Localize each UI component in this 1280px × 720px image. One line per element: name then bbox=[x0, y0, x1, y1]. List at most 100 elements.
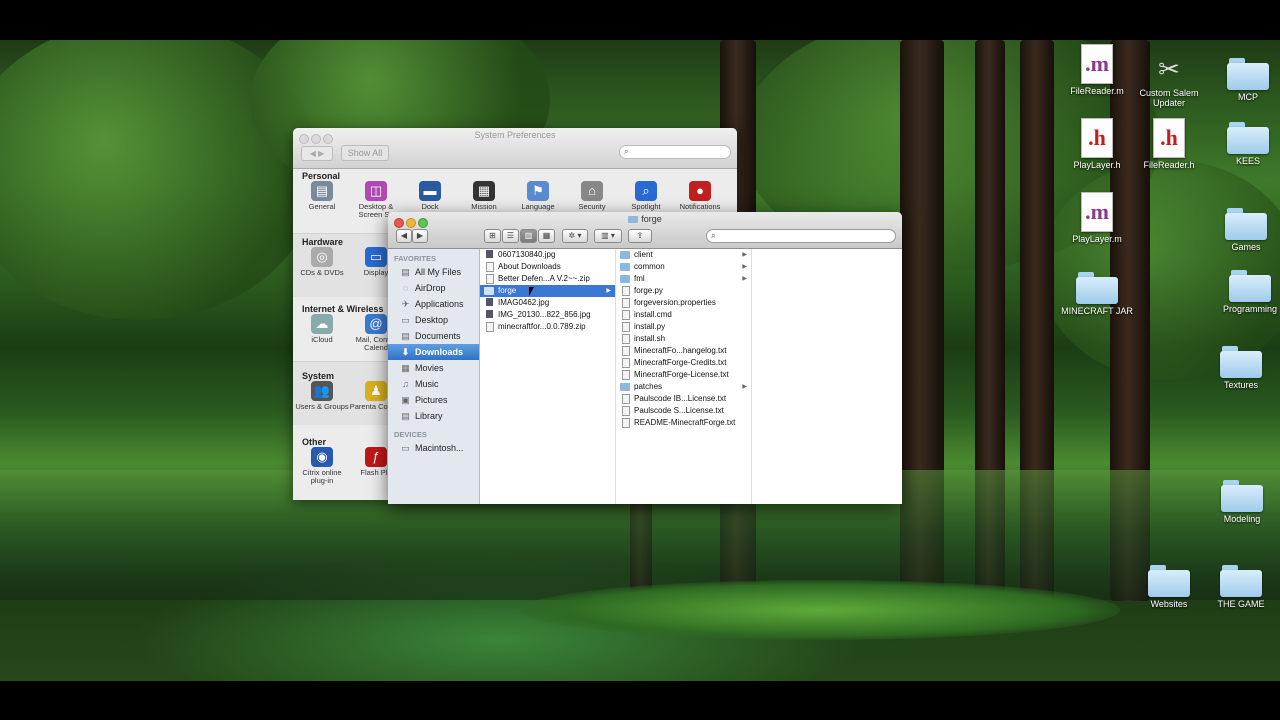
sidebar-item-library[interactable]: ▤ Library bbox=[388, 408, 479, 424]
desktop-icon-programming[interactable]: Programming bbox=[1210, 270, 1280, 314]
share-button[interactable]: ⇪ bbox=[628, 229, 652, 243]
pref-pane-personal-2[interactable]: ▬ Dock bbox=[403, 181, 457, 211]
finder-column-forge[interactable]: client ▶ common ▶ fml ▶ forge.py forgeversion.p… bbox=[616, 249, 752, 504]
sidebar-item-icon: ▦ bbox=[401, 363, 410, 373]
desktop-icon-games[interactable]: Games bbox=[1206, 208, 1280, 252]
sidebar-item-pictures[interactable]: ▣ Pictures bbox=[388, 392, 479, 408]
search-icon: ⌕ bbox=[624, 147, 629, 156]
desktop-icon-the-game[interactable]: THE GAME bbox=[1201, 565, 1280, 609]
arrange-menu-button[interactable]: ▥ ▾ bbox=[594, 229, 622, 243]
forward-button[interactable]: ▶ bbox=[412, 229, 428, 243]
view-column-button[interactable]: ▥ bbox=[520, 229, 537, 243]
sidebar-item-macintosh-[interactable]: ▭ Macintosh... bbox=[388, 440, 479, 456]
pref-pane-label: Language bbox=[521, 202, 555, 211]
folder-icon bbox=[1220, 346, 1262, 378]
section-internet-wireless: Internet & Wireless bbox=[302, 304, 384, 314]
view-icon-button[interactable]: ⊞ bbox=[484, 229, 501, 243]
pref-pane-personal-4[interactable]: ⚑ Language bbox=[511, 181, 565, 211]
pref-pane-personal-6[interactable]: ⌕ Spotlight bbox=[619, 181, 673, 211]
column-view-icon: ▥ bbox=[524, 231, 533, 240]
desktop-icon-websites[interactable]: Websites bbox=[1129, 565, 1209, 609]
desktop-icon-kees[interactable]: KEES bbox=[1208, 122, 1280, 166]
view-list-button[interactable]: ☰ bbox=[502, 229, 519, 243]
folder-icon bbox=[1225, 208, 1267, 240]
pref-pane-hardware-0[interactable]: ◎ CDs & DVDs bbox=[295, 247, 349, 277]
file-row[interactable]: install.sh bbox=[616, 333, 751, 345]
desktop-icon-textures[interactable]: Textures bbox=[1201, 346, 1280, 390]
image-file-icon bbox=[486, 298, 493, 306]
file-row[interactable]: IMAG0462.jpg bbox=[480, 297, 615, 309]
pref-pane-icon: ▬ bbox=[419, 181, 441, 201]
action-menu-button[interactable]: ✲ ▾ bbox=[562, 229, 588, 243]
file-row[interactable]: client ▶ bbox=[616, 249, 751, 261]
pref-pane-personal-3[interactable]: ▦ Mission bbox=[457, 181, 511, 211]
finder-column-empty[interactable] bbox=[752, 249, 902, 504]
show-all-button[interactable]: Show All bbox=[341, 145, 389, 161]
file-row[interactable]: README-MinecraftForge.txt bbox=[616, 417, 751, 429]
file-row[interactable]: Paulscode IB...License.txt bbox=[616, 393, 751, 405]
share-icon: ⇪ bbox=[636, 231, 644, 240]
file-row[interactable]: Better Defen...A V.2~~.zip bbox=[480, 273, 615, 285]
file-row[interactable]: MinecraftFo...hangelog.txt bbox=[616, 345, 751, 357]
view-coverflow-button[interactable]: ▦ bbox=[538, 229, 555, 243]
sidebar-item-icon: ▭ bbox=[401, 315, 410, 325]
sidebar-item-downloads[interactable]: ⬇ Downloads bbox=[388, 344, 479, 360]
arrange-icon: ▥ bbox=[601, 231, 609, 240]
desktop-icon-filereader-m[interactable]: .m FileReader.m bbox=[1057, 44, 1137, 96]
desktop-icon-filereader-h[interactable]: .h FileReader.h bbox=[1129, 118, 1209, 170]
pref-pane-icon: @ bbox=[365, 314, 387, 334]
file-row[interactable]: common ▶ bbox=[616, 261, 751, 273]
file-row[interactable]: patches ▶ bbox=[616, 381, 751, 393]
pref-pane-personal-7[interactable]: ● Notifications bbox=[673, 181, 727, 211]
file-row[interactable]: Paulscode S...License.txt bbox=[616, 405, 751, 417]
folder-icon bbox=[620, 275, 630, 283]
file-row[interactable]: IMG_20130...822_856.jpg bbox=[480, 309, 615, 321]
finder-column-downloads[interactable]: 0607130840.jpg About Downloads Better Defe… bbox=[480, 249, 616, 504]
pref-pane-other-0[interactable]: ◉ Citrix online plug-in bbox=[295, 447, 349, 485]
file-row[interactable]: install.cmd bbox=[616, 309, 751, 321]
pref-pane-system-0[interactable]: 👥 Users & Groups bbox=[295, 381, 349, 411]
file-row[interactable]: forgeversion.properties bbox=[616, 297, 751, 309]
back-button[interactable]: ◀ bbox=[396, 229, 412, 243]
file-row[interactable]: forge ▶ bbox=[480, 285, 615, 297]
sidebar-item-documents[interactable]: ▤ Documents bbox=[388, 328, 479, 344]
sidebar-item-movies[interactable]: ▦ Movies bbox=[388, 360, 479, 376]
file-row[interactable]: 0607130840.jpg bbox=[480, 249, 615, 261]
sidebar-item-all-my-files[interactable]: ▤ All My Files bbox=[388, 264, 479, 280]
file-row[interactable]: About Downloads bbox=[480, 261, 615, 273]
file-row[interactable]: MinecraftForge-License.txt bbox=[616, 369, 751, 381]
desktop-icon-minecraft-jar[interactable]: MINECRAFT JAR bbox=[1057, 272, 1137, 316]
file-row[interactable]: fml ▶ bbox=[616, 273, 751, 285]
pref-pane-internet-0[interactable]: ☁ iCloud bbox=[295, 314, 349, 344]
syspref-search-input[interactable]: ⌕ bbox=[619, 145, 731, 159]
desktop-icon-playlayer-m[interactable]: .m PlayLayer.m bbox=[1057, 192, 1137, 244]
pref-pane-personal-5[interactable]: ⌂ Security bbox=[565, 181, 619, 211]
document-icon bbox=[622, 322, 630, 332]
file-row[interactable]: install.py bbox=[616, 321, 751, 333]
image-file-icon bbox=[486, 250, 493, 258]
finder-titlebar: forge ◀ ▶ ⊞ ☰ ▥ ▦ ✲ ▾ ▥ ▾ ⇪ ⌕ bbox=[388, 212, 902, 249]
desktop-icon-custom-salem-updater[interactable]: ✂ Custom Salem Updater bbox=[1129, 52, 1209, 108]
sidebar-item-icon: ▭ bbox=[401, 443, 410, 453]
document-icon bbox=[486, 274, 494, 284]
file-name: forge bbox=[498, 286, 517, 295]
file-row[interactable]: MinecraftForge-Credits.txt bbox=[616, 357, 751, 369]
sidebar-item-icon: ▣ bbox=[401, 395, 410, 405]
sidebar-item-applications[interactable]: ✈ Applications bbox=[388, 296, 479, 312]
sidebar-item-desktop[interactable]: ▭ Desktop bbox=[388, 312, 479, 328]
sidebar-item-music[interactable]: ♫ Music bbox=[388, 376, 479, 392]
objc-source-icon: .m bbox=[1081, 192, 1113, 232]
finder-search-input[interactable]: ⌕ bbox=[706, 229, 896, 243]
file-row[interactable]: minecraftfor...0.0.789.zip bbox=[480, 321, 615, 333]
desktop-icon-mcp[interactable]: MCP bbox=[1208, 58, 1280, 102]
file-row[interactable]: forge.py bbox=[616, 285, 751, 297]
pref-pane-personal-0[interactable]: ▤ General bbox=[295, 181, 349, 211]
sidebar-item-airdrop[interactable]: ◌ AirDrop bbox=[388, 280, 479, 296]
file-name: patches bbox=[634, 382, 663, 391]
desktop-icon-modeling[interactable]: Modeling bbox=[1202, 480, 1280, 524]
pref-pane-icon: ⌂ bbox=[581, 181, 603, 201]
desktop-icon-playlayer-h[interactable]: .h PlayLayer.h bbox=[1057, 118, 1137, 170]
back-forward-buttons[interactable]: ◀ ▶ bbox=[301, 146, 333, 161]
document-icon bbox=[622, 406, 630, 416]
document-icon bbox=[622, 286, 630, 296]
